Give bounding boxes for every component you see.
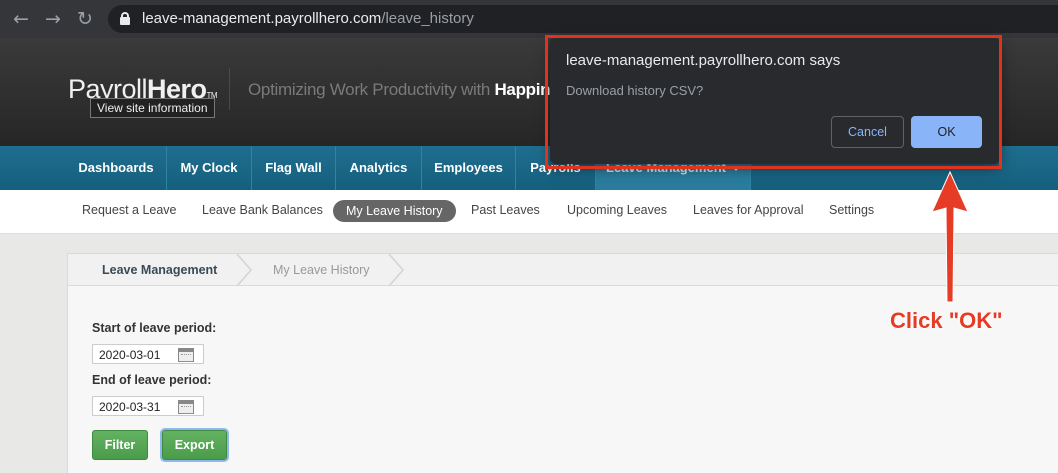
subnav-settings[interactable]: Settings: [829, 203, 874, 217]
browser-toolbar: ← → ↻ leave-management.payrollhero.com/l…: [0, 0, 1058, 38]
filter-button[interactable]: Filter: [92, 430, 148, 460]
url-path: /leave_history: [381, 10, 474, 27]
start-period-label: Start of leave period:: [92, 321, 217, 335]
tagline-text: Optimizing Work Productivity with: [248, 80, 495, 99]
tagline: Optimizing Work Productivity with Happin…: [248, 80, 569, 100]
nav-analytics[interactable]: Analytics: [336, 146, 422, 190]
instruction-annotation: Click "OK": [890, 308, 1003, 333]
ok-button[interactable]: OK: [911, 116, 982, 148]
breadcrumb-separator-icon: [236, 254, 252, 286]
end-date-input[interactable]: 2020-03-31: [92, 396, 204, 416]
subnav-leaves-for-approval[interactable]: Leaves for Approval: [693, 203, 804, 217]
back-icon[interactable]: ←: [10, 8, 32, 30]
subnav-my-leave-history[interactable]: My Leave History: [333, 200, 456, 222]
breadcrumb: Leave Management My Leave History: [68, 254, 1058, 286]
confirm-dialog: leave-management.payrollhero.com says Do…: [550, 38, 1000, 164]
dialog-title: leave-management.payrollhero.com says: [566, 52, 841, 69]
nav-my-clock[interactable]: My Clock: [167, 146, 252, 190]
calendar-icon[interactable]: [178, 400, 194, 414]
content-panel: Leave Management My Leave History Start …: [67, 253, 1058, 473]
calendar-icon[interactable]: [178, 348, 194, 362]
site-info-tooltip: View site information: [90, 98, 215, 118]
header-divider: [229, 68, 230, 110]
subnav-request-leave[interactable]: Request a Leave: [82, 203, 177, 217]
chevron-down-icon: [731, 166, 740, 172]
reload-icon[interactable]: ↻: [74, 8, 96, 30]
sub-nav: Request a Leave Leave Bank Balances My L…: [0, 190, 1058, 234]
start-date-input[interactable]: 2020-03-01: [92, 344, 204, 364]
url-text: leave-management.payrollhero.com/leave_h…: [142, 10, 474, 27]
forward-icon[interactable]: →: [42, 8, 64, 30]
dialog-message: Download history CSV?: [566, 83, 704, 98]
subnav-upcoming-leaves[interactable]: Upcoming Leaves: [567, 203, 667, 217]
url-host: leave-management.payrollhero.com: [142, 10, 382, 27]
breadcrumb-leave-management[interactable]: Leave Management: [102, 263, 217, 277]
lock-icon[interactable]: [120, 12, 130, 25]
nav-dashboards[interactable]: Dashboards: [66, 146, 167, 190]
end-date-value: 2020-03-31: [99, 400, 161, 414]
arrow-icon: [931, 170, 969, 303]
subnav-leave-bank-balances[interactable]: Leave Bank Balances: [202, 203, 323, 217]
breadcrumb-my-leave-history: My Leave History: [273, 263, 370, 277]
nav-flag-wall[interactable]: Flag Wall: [252, 146, 336, 190]
nav-employees[interactable]: Employees: [422, 146, 516, 190]
address-bar[interactable]: leave-management.payrollhero.com/leave_h…: [108, 5, 1058, 33]
start-date-value: 2020-03-01: [99, 348, 161, 362]
end-period-label: End of leave period:: [92, 373, 212, 387]
export-button[interactable]: Export: [162, 430, 227, 460]
breadcrumb-separator-icon: [388, 254, 404, 286]
subnav-past-leaves[interactable]: Past Leaves: [471, 203, 540, 217]
cancel-button[interactable]: Cancel: [831, 116, 904, 148]
